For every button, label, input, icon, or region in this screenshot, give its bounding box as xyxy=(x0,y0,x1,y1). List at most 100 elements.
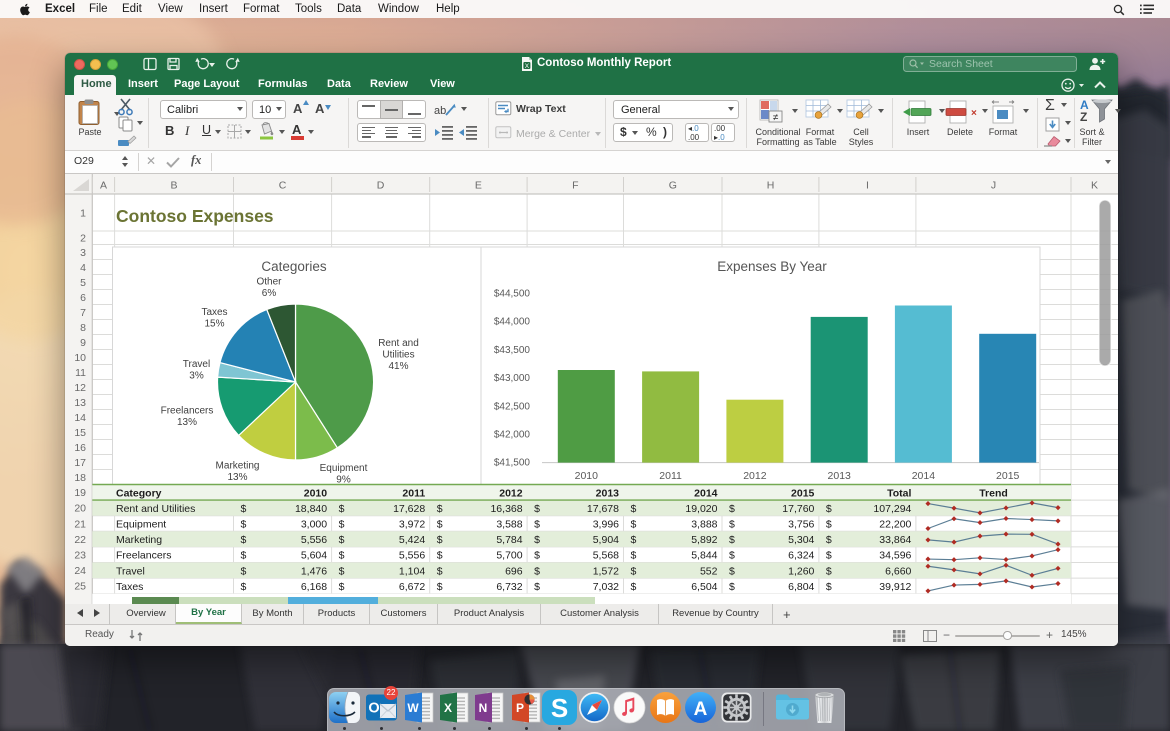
svg-text:17,678: 17,678 xyxy=(587,503,619,515)
svg-text:$: $ xyxy=(729,519,735,531)
svg-text:3,756: 3,756 xyxy=(788,519,814,531)
svg-text:19: 19 xyxy=(74,487,86,499)
svg-text:21: 21 xyxy=(74,518,86,530)
svg-text:1,104: 1,104 xyxy=(399,565,425,577)
svg-text:20: 20 xyxy=(74,503,86,515)
svg-text:2: 2 xyxy=(80,233,86,245)
svg-text:$: $ xyxy=(437,565,443,577)
svg-text:2015: 2015 xyxy=(791,487,815,499)
svg-text:4: 4 xyxy=(80,262,86,274)
svg-text:$42,500: $42,500 xyxy=(494,401,531,412)
svg-text:17,628: 17,628 xyxy=(393,503,425,515)
svg-text:Freelancers: Freelancers xyxy=(161,406,214,417)
svg-text:$: $ xyxy=(826,565,832,577)
svg-text:5,556: 5,556 xyxy=(301,534,327,546)
svg-text:$: $ xyxy=(241,519,247,531)
svg-text:Trend: Trend xyxy=(979,487,1008,499)
svg-text:34,596: 34,596 xyxy=(879,550,911,562)
svg-text:13%: 13% xyxy=(177,417,197,428)
svg-text:$: $ xyxy=(534,534,540,546)
svg-text:15: 15 xyxy=(74,427,86,439)
svg-text:$: $ xyxy=(339,503,345,515)
svg-text:11: 11 xyxy=(75,367,86,379)
svg-text:$: $ xyxy=(534,519,540,531)
svg-text:10: 10 xyxy=(74,352,86,364)
svg-text:E: E xyxy=(475,180,482,192)
svg-text:6,324: 6,324 xyxy=(788,550,814,562)
svg-text:$: $ xyxy=(729,550,735,562)
svg-text:$: $ xyxy=(339,519,345,531)
svg-text:1,572: 1,572 xyxy=(593,565,619,577)
svg-text:$: $ xyxy=(729,581,735,593)
svg-text:3,588: 3,588 xyxy=(496,519,522,531)
svg-text:17: 17 xyxy=(74,457,86,469)
svg-text:$44,500: $44,500 xyxy=(494,289,531,300)
svg-text:3%: 3% xyxy=(189,371,204,382)
svg-text:A: A xyxy=(100,180,107,192)
svg-text:Taxes: Taxes xyxy=(116,581,143,593)
svg-text:$: $ xyxy=(631,534,637,546)
svg-text:1,260: 1,260 xyxy=(788,565,814,577)
svg-text:3: 3 xyxy=(80,247,86,259)
svg-text:$: $ xyxy=(729,534,735,546)
svg-text:2010: 2010 xyxy=(304,487,328,499)
svg-text:$: $ xyxy=(826,534,832,546)
svg-text:$: $ xyxy=(241,534,247,546)
svg-text:$: $ xyxy=(437,519,443,531)
svg-text:Category: Category xyxy=(116,487,162,499)
svg-text:2011: 2011 xyxy=(402,487,425,499)
svg-text:24: 24 xyxy=(74,565,86,577)
svg-text:22: 22 xyxy=(74,534,86,546)
svg-text:Equipment: Equipment xyxy=(320,463,368,474)
svg-text:7: 7 xyxy=(80,307,86,319)
svg-text:A: A xyxy=(694,699,708,720)
svg-text:$: $ xyxy=(437,503,443,515)
svg-text:$: $ xyxy=(437,581,443,593)
svg-text:G: G xyxy=(669,180,677,192)
svg-text:$: $ xyxy=(826,581,832,593)
svg-text:Total: Total xyxy=(887,487,911,499)
svg-text:$: $ xyxy=(631,550,637,562)
svg-text:Rent and Utilities: Rent and Utilities xyxy=(116,503,195,515)
svg-text:O: O xyxy=(368,701,379,717)
svg-text:2015: 2015 xyxy=(996,470,1020,482)
svg-text:22,200: 22,200 xyxy=(879,519,911,531)
svg-text:18: 18 xyxy=(74,472,86,484)
svg-text:$: $ xyxy=(534,565,540,577)
svg-text:5,700: 5,700 xyxy=(496,550,522,562)
svg-text:Marketing: Marketing xyxy=(116,534,162,546)
svg-text:14: 14 xyxy=(74,412,86,424)
svg-text:$43,000: $43,000 xyxy=(494,373,531,384)
svg-text:Categories: Categories xyxy=(261,259,327,274)
svg-text:2010: 2010 xyxy=(575,470,599,482)
svg-text:ab: ab xyxy=(434,105,446,117)
svg-text:552: 552 xyxy=(700,565,718,577)
svg-text:5,568: 5,568 xyxy=(593,550,619,562)
svg-text:Expenses By Year: Expenses By Year xyxy=(717,259,827,274)
svg-text:19,020: 19,020 xyxy=(685,503,717,515)
svg-text:12: 12 xyxy=(74,382,86,394)
svg-text:6,672: 6,672 xyxy=(399,581,425,593)
svg-text:H: H xyxy=(767,180,775,192)
svg-text:16,368: 16,368 xyxy=(490,503,522,515)
svg-text:Freelancers: Freelancers xyxy=(116,550,171,562)
svg-text:$: $ xyxy=(339,565,345,577)
svg-text:3,996: 3,996 xyxy=(593,519,619,531)
svg-text:$: $ xyxy=(241,503,247,515)
svg-text:$42,000: $42,000 xyxy=(494,430,531,441)
svg-text:6%: 6% xyxy=(262,288,277,299)
svg-text:$: $ xyxy=(826,519,832,531)
svg-text:2011: 2011 xyxy=(659,470,682,482)
svg-text:$: $ xyxy=(534,581,540,593)
svg-text:17,760: 17,760 xyxy=(782,503,814,515)
svg-text:13%: 13% xyxy=(227,472,247,483)
svg-text:$43,500: $43,500 xyxy=(494,345,531,356)
svg-text:Travel: Travel xyxy=(183,359,210,370)
svg-text:$: $ xyxy=(729,503,735,515)
svg-text:$: $ xyxy=(437,550,443,562)
svg-text:$: $ xyxy=(241,581,247,593)
svg-text:$: $ xyxy=(631,503,637,515)
svg-text:9: 9 xyxy=(80,337,86,349)
svg-text:5,556: 5,556 xyxy=(399,550,425,562)
svg-text:≠: ≠ xyxy=(773,113,779,124)
